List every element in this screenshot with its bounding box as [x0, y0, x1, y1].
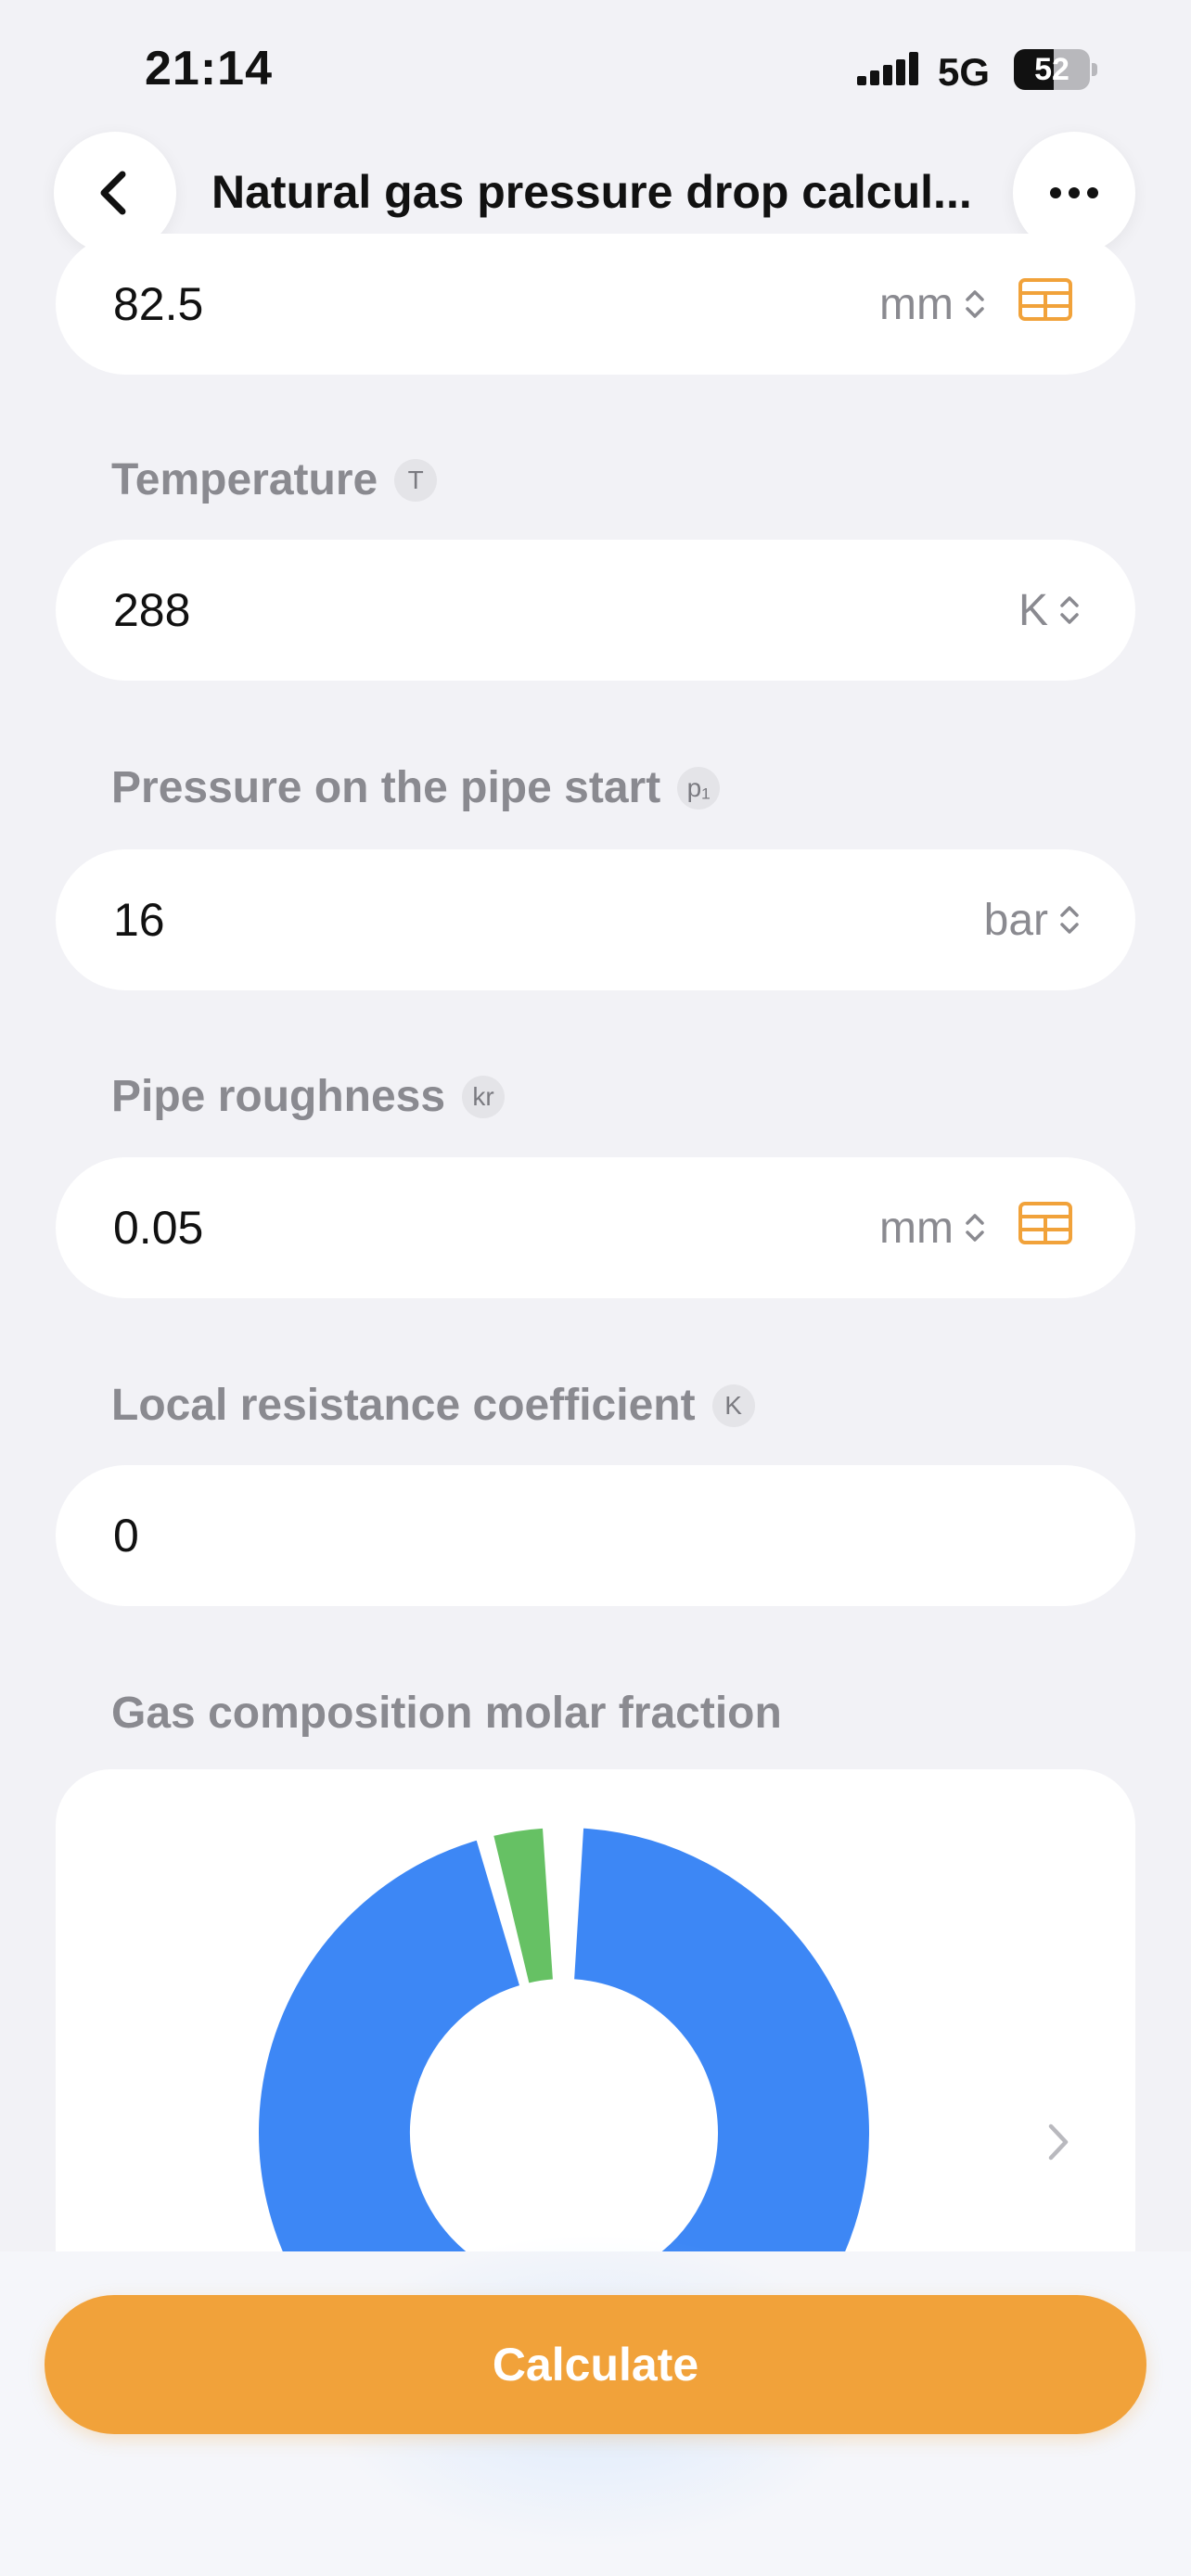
diameter-unit: mm	[879, 279, 954, 329]
chevron-updown-icon	[1060, 596, 1079, 624]
chevron-updown-icon	[1060, 906, 1079, 934]
pressure-unit-selector[interactable]: bar	[984, 849, 1080, 990]
resistance-symbol-badge: K	[711, 1384, 755, 1427]
pressure-start-label-text: Pressure on the pipe start	[111, 763, 661, 812]
pressure-start-input[interactable]: 16 bar	[56, 849, 1135, 990]
donut-slice-3	[558, 1826, 564, 1982]
gas-composition-card[interactable]	[56, 1769, 1135, 2251]
pressure-start-value[interactable]: 16	[113, 849, 165, 990]
roughness-unit-selector[interactable]: mm	[879, 1157, 985, 1298]
status-time: 21:14	[145, 42, 273, 96]
chevron-updown-icon	[966, 1214, 984, 1242]
diameter-unit-selector[interactable]: mm	[879, 234, 985, 375]
local-resistance-label-text: Local resistance coefficient	[111, 1381, 696, 1430]
local-resistance-input[interactable]: 0	[56, 1465, 1135, 1606]
gas-composition-donut-chart	[257, 1826, 871, 2251]
pipe-roughness-value[interactable]: 0.05	[113, 1157, 203, 1298]
chevron-updown-icon	[966, 290, 984, 318]
temperature-unit: K	[1018, 585, 1048, 635]
gas-composition-label-text: Gas composition molar fraction	[111, 1689, 782, 1738]
roughness-symbol-badge: kr	[462, 1075, 506, 1118]
temperature-input[interactable]: 288 K	[56, 540, 1135, 681]
temperature-label-text: Temperature	[111, 455, 378, 504]
pressure-symbol-badge: p₁	[677, 766, 721, 810]
calculate-button[interactable]: Calculate	[45, 2295, 1146, 2434]
table-icon[interactable]	[1018, 278, 1072, 321]
chevron-right-icon[interactable]	[1046, 2122, 1070, 2162]
pressure-start-label: Pressure on the pipe start p₁	[111, 762, 721, 813]
battery-icon: 52	[1014, 49, 1097, 90]
gas-composition-label: Gas composition molar fraction	[111, 1688, 782, 1739]
page-title: Natural gas pressure drop calcul...	[211, 166, 972, 218]
local-resistance-value[interactable]: 0	[113, 1465, 139, 1606]
bottom-action-bar: Calculate	[0, 2233, 1191, 2576]
donut-slice-1	[257, 1826, 871, 2251]
signal-icon	[857, 52, 918, 85]
diameter-input[interactable]: 82.5 mm	[56, 234, 1135, 375]
status-bar: 21:14 5G 52	[0, 0, 1191, 139]
battery-percent: 52	[1034, 52, 1069, 87]
temperature-value[interactable]: 288	[113, 540, 190, 681]
pipe-roughness-label-text: Pipe roughness	[111, 1072, 446, 1121]
table-icon[interactable]	[1018, 1202, 1072, 1244]
diameter-value[interactable]: 82.5	[113, 234, 203, 375]
more-icon	[1050, 187, 1098, 198]
temperature-label: Temperature T	[111, 454, 438, 505]
temperature-symbol-badge: T	[394, 458, 438, 502]
network-type: 5G	[938, 50, 991, 94]
temperature-unit-selector[interactable]: K	[1018, 540, 1080, 681]
roughness-unit: mm	[879, 1203, 954, 1253]
local-resistance-label: Local resistance coefficient K	[111, 1380, 755, 1431]
pipe-roughness-input[interactable]: 0.05 mm	[56, 1157, 1135, 1298]
chevron-left-icon	[100, 171, 126, 215]
pressure-unit: bar	[983, 895, 1048, 945]
pipe-roughness-label: Pipe roughness kr	[111, 1071, 506, 1122]
